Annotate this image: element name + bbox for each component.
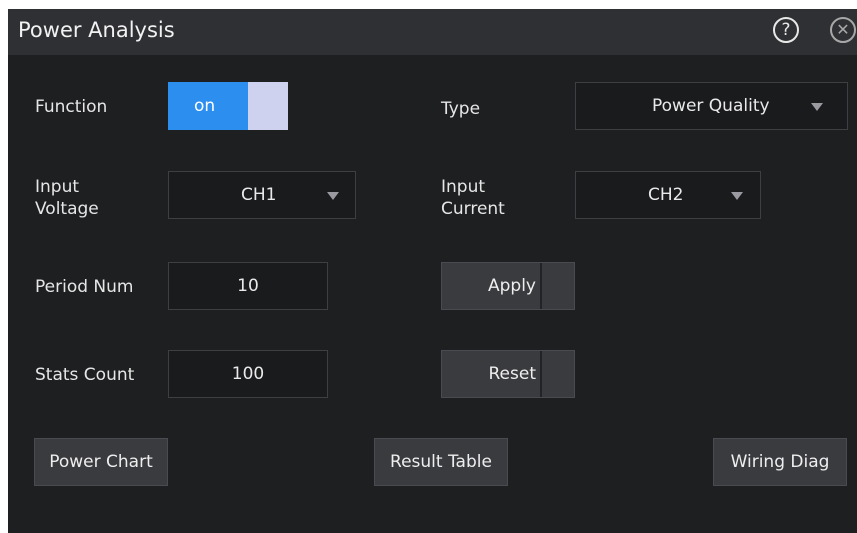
input-current-value: CH2 [648, 185, 684, 205]
input-voltage-select[interactable]: CH1 [168, 171, 356, 219]
chevron-down-icon [327, 192, 339, 200]
stats-count-field[interactable]: 100 [168, 350, 328, 398]
toggle-on-label: on [168, 82, 248, 130]
result-table-button[interactable]: Result Table [374, 438, 508, 486]
help-icon[interactable]: ? [773, 17, 799, 43]
function-toggle[interactable]: on [168, 82, 288, 130]
input-voltage-value: CH1 [241, 185, 277, 205]
period-num-label: Period Num [35, 277, 134, 297]
input-current-label: Input Current [441, 177, 505, 219]
input-current-select[interactable]: CH2 [575, 171, 761, 219]
period-num-field[interactable]: 10 [168, 262, 328, 310]
stats-count-label: Stats Count [35, 365, 135, 385]
reset-button[interactable]: Reset [441, 350, 575, 398]
power-chart-button[interactable]: Power Chart [34, 438, 168, 486]
close-icon[interactable]: ✕ [830, 17, 856, 43]
reset-button-side [540, 351, 574, 397]
dialog-title: Power Analysis [18, 18, 175, 42]
apply-button[interactable]: Apply [441, 262, 575, 310]
chevron-down-icon [731, 192, 743, 200]
reset-button-label: Reset [488, 364, 537, 384]
chevron-down-icon [811, 103, 823, 111]
power-analysis-dialog: Power Analysis ? ✕ Function on Type Powe… [8, 9, 857, 533]
title-bar: Power Analysis ? ✕ [8, 9, 857, 55]
toggle-knob [248, 82, 288, 130]
type-select[interactable]: Power Quality [575, 82, 848, 130]
wiring-diag-button[interactable]: Wiring Diag [713, 438, 847, 486]
apply-button-label: Apply [488, 276, 536, 296]
function-label: Function [35, 97, 108, 117]
input-voltage-label: Input Voltage [35, 177, 99, 219]
type-label: Type [441, 99, 481, 119]
apply-button-side [540, 263, 574, 309]
type-select-value: Power Quality [652, 96, 770, 116]
